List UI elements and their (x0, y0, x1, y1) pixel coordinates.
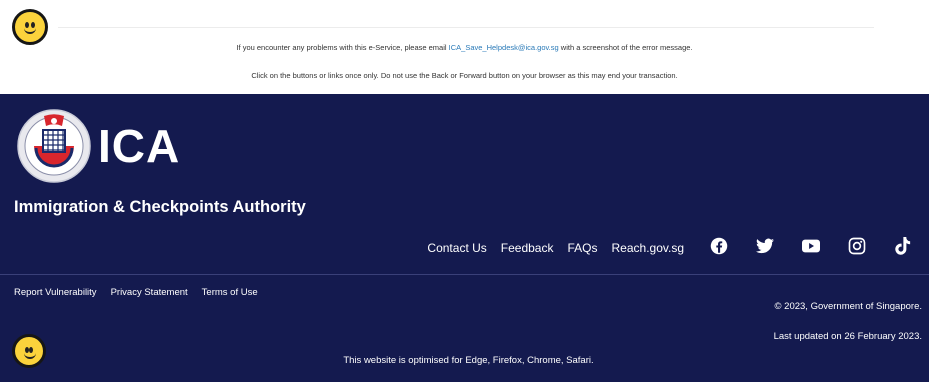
error-notice: If you encounter any problems with this … (0, 43, 929, 52)
notice-text-before: If you encounter any problems with this … (236, 43, 447, 52)
footer-divider (0, 274, 929, 275)
instagram-icon[interactable] (845, 234, 869, 258)
navigation-warning: Click on the buttons or links once only.… (251, 71, 678, 80)
contact-us-link[interactable]: Contact Us (427, 241, 486, 255)
footer-main-links: Contact Us Feedback FAQs Reach.gov.sg (427, 241, 684, 255)
smiley-face-icon (12, 9, 48, 45)
reach-gov-link[interactable]: Reach.gov.sg (612, 241, 685, 255)
smiley-face-icon (12, 334, 46, 368)
feedback-link[interactable]: Feedback (501, 241, 554, 255)
notice-text-after: with a screenshot of the error message. (560, 43, 693, 52)
report-vulnerability-link[interactable]: Report Vulnerability (14, 287, 97, 298)
ica-crest-icon (17, 109, 91, 183)
last-updated-text: Last updated on 26 February 2023. (773, 331, 922, 342)
helpdesk-email-link[interactable]: ICA_Save_Helpdesk@ica.gov.sg (449, 43, 559, 52)
terms-of-use-link[interactable]: Terms of Use (202, 287, 258, 298)
faqs-link[interactable]: FAQs (567, 241, 597, 255)
site-footer: ICA Immigration & Checkpoints Authority … (0, 94, 929, 382)
youtube-icon[interactable] (799, 234, 823, 258)
legal-links: Report Vulnerability Privacy Statement T… (14, 287, 258, 298)
logo-wordmark: ICA (98, 120, 181, 172)
top-section: If you encounter any problems with this … (0, 0, 929, 94)
privacy-statement-link[interactable]: Privacy Statement (111, 287, 188, 298)
twitter-icon[interactable] (753, 234, 777, 258)
tiktok-icon[interactable] (891, 234, 915, 258)
social-links (707, 234, 915, 258)
facebook-icon[interactable] (707, 234, 731, 258)
agency-name: Immigration & Checkpoints Authority (14, 198, 306, 216)
ica-logo[interactable]: ICA (16, 108, 180, 184)
divider (58, 27, 874, 28)
browser-support-text: This website is optimised for Edge, Fire… (343, 355, 594, 366)
copyright-text: © 2023, Government of Singapore. (774, 301, 922, 312)
